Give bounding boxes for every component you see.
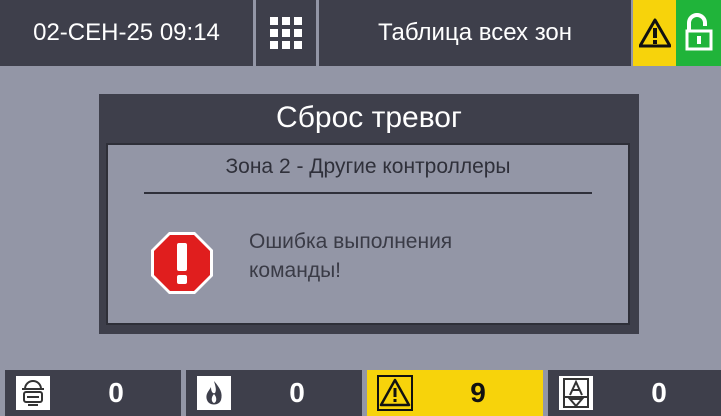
dialog-body: Зона 2 - Другие контроллеры Ошибка выпол… (106, 143, 630, 325)
fire-alarm-count: 0 (108, 377, 124, 408)
fault-counter[interactable]: 0 (548, 370, 721, 416)
error-message: Ошибка выполнения команды! (249, 227, 579, 285)
fault-icon (559, 376, 593, 410)
top-bar: 02-СЕН-25 09:14 Таблица всех зон (0, 0, 721, 66)
error-message-line1: Ошибка выполнения (249, 230, 453, 253)
fire-alarm-counter[interactable]: 0 (5, 370, 181, 416)
zone-name: Зона 2 - Другие контроллеры (225, 155, 511, 178)
menu-grid-button[interactable] (256, 0, 316, 66)
warning-icon (377, 375, 413, 411)
fire-alarm-icon (16, 376, 50, 410)
warning-icon (638, 18, 671, 48)
alarm-reset-dialog: Сброс тревог Зона 2 - Другие контроллеры… (99, 94, 639, 334)
bottom-bar: 0 0 9 0 (0, 370, 721, 416)
fault-count: 0 (651, 377, 667, 408)
flame-icon (197, 376, 231, 410)
datetime: 02-СЕН-25 09:14 (0, 0, 253, 66)
lock-indicator[interactable] (676, 0, 721, 66)
divider (144, 192, 592, 194)
warning-counter[interactable]: 9 (367, 370, 543, 416)
fire-counter[interactable]: 0 (186, 370, 362, 416)
page-title[interactable]: Таблица всех зон (319, 0, 631, 66)
fire-count: 0 (289, 377, 305, 408)
unlock-icon (685, 13, 712, 51)
error-message-line2: команды! (249, 259, 341, 282)
grid-icon (270, 17, 302, 49)
error-stop-icon (151, 232, 213, 294)
dialog-title: Сброс тревог (276, 101, 462, 134)
warning-count: 9 (470, 377, 486, 408)
warning-indicator[interactable] (633, 0, 676, 66)
